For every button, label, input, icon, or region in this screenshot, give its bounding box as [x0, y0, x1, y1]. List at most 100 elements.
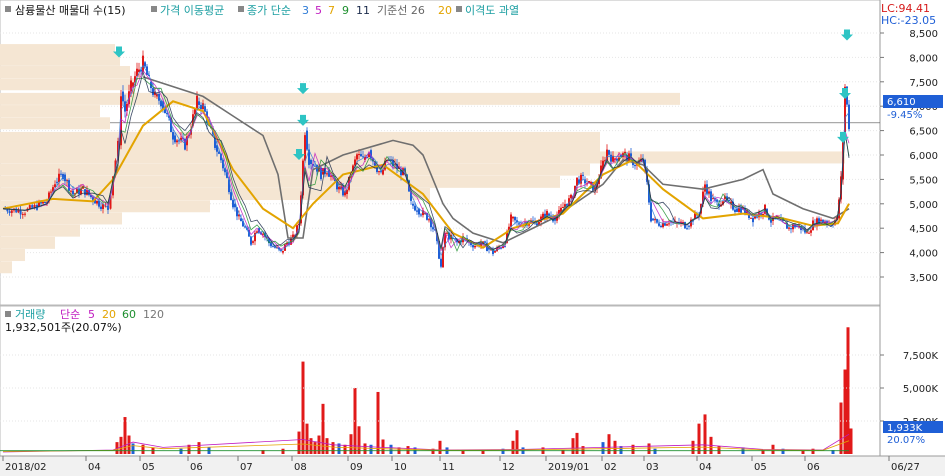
candle-body — [820, 219, 822, 221]
volume-profile-bar — [0, 53, 120, 66]
time-tick-label: 07 — [240, 462, 253, 473]
legend-disparity-value: 20 — [438, 4, 452, 17]
volume-bar — [653, 448, 657, 454]
candle-body — [756, 216, 758, 218]
volume-current: 1,932,501주(20.07%) — [5, 321, 122, 334]
volume-bar — [357, 426, 361, 454]
volume-bar — [331, 442, 335, 454]
time-tick-label: 05 — [754, 462, 767, 473]
time-tick-label: 2018/02 — [5, 462, 47, 473]
volume-bar — [849, 428, 853, 454]
price-tick-label: 6,000 — [909, 151, 938, 162]
legend-toggle-icon[interactable] — [5, 6, 11, 12]
volume-bar — [301, 361, 305, 454]
candle-body — [144, 62, 146, 67]
volume-bar — [281, 448, 285, 454]
volume-profile-bar — [0, 66, 130, 79]
volume-ma-5: 5 — [88, 308, 95, 321]
candle-body — [306, 130, 308, 150]
time-tick-label: 04 — [88, 462, 101, 473]
candle-body — [21, 214, 24, 216]
volume-bar — [406, 446, 410, 454]
candle-body — [56, 181, 58, 183]
price-tick-label: 4,500 — [909, 224, 938, 235]
candle-body — [326, 173, 328, 175]
candle-body — [848, 104, 850, 130]
candle-body — [514, 216, 516, 221]
candle-body — [232, 200, 234, 208]
candle-body — [142, 55, 144, 72]
volume-ma-20: 20 — [102, 308, 116, 321]
candle-body — [494, 251, 496, 253]
candle-body — [562, 206, 564, 208]
price-tick-label: 7,500 — [909, 78, 938, 89]
candle-body — [31, 205, 34, 208]
volume-bar — [313, 442, 317, 454]
volume-profile-bar — [0, 163, 590, 176]
candle-body — [484, 241, 486, 243]
volume-tick-label: 7,500K — [903, 351, 939, 362]
candle-body — [634, 165, 636, 167]
disparity-toggle-icon[interactable] — [456, 6, 462, 12]
candle-body — [96, 200, 98, 204]
candle-body — [310, 159, 312, 165]
volume-bar — [843, 369, 847, 454]
volume-bar — [717, 446, 721, 454]
legend-price-ma: 가격 이동평균 — [160, 4, 224, 17]
candle-body — [686, 228, 688, 230]
candle-body — [582, 174, 584, 176]
volume-bar — [317, 435, 321, 454]
time-tick-label: 06 — [190, 462, 203, 473]
candle-body — [282, 250, 284, 253]
candle-body — [70, 190, 72, 192]
volume-ma-60: 60 — [122, 308, 136, 321]
volume-profile-bar — [0, 261, 12, 274]
volume-profile-bar — [0, 188, 430, 201]
time-tick-label: 04 — [699, 462, 712, 473]
legend-close-simple: 종가 단순 — [247, 4, 291, 17]
legend-disparity: 이격도 과열 — [465, 4, 519, 17]
ma-toggle-icon[interactable] — [151, 6, 157, 12]
candle-body — [810, 230, 812, 233]
candle-body — [304, 135, 306, 161]
legend-ma-5: 5 — [315, 4, 322, 17]
volume-bar — [581, 446, 585, 454]
candle-body — [652, 218, 654, 221]
candle-body — [358, 154, 360, 156]
candle-body — [72, 190, 74, 195]
volume-bar — [197, 442, 201, 454]
volume-profile-bar — [0, 78, 135, 91]
candle-body — [440, 258, 442, 267]
time-tick-label: 03 — [646, 462, 659, 473]
candle-body — [60, 173, 62, 175]
volume-bar — [697, 423, 701, 454]
candle-body — [378, 171, 380, 173]
volume-bar — [601, 442, 605, 454]
price-tick-label: 5,500 — [909, 175, 938, 186]
price-tick-label: 4,000 — [909, 249, 938, 260]
candle-body — [24, 213, 26, 215]
candle-body — [734, 209, 736, 212]
candle-body — [684, 222, 686, 229]
candle-body — [788, 227, 790, 229]
volume-percent-label: 20.07% — [887, 435, 925, 446]
volume-toggle-icon[interactable] — [5, 311, 11, 317]
volume-bar — [571, 438, 575, 454]
volume-bar — [839, 402, 843, 454]
candle-body — [688, 225, 690, 227]
candle-body — [198, 101, 200, 105]
hc-label: HC:-23.05 — [881, 14, 936, 27]
candle-body — [662, 223, 664, 228]
close-ma-toggle-icon[interactable] — [238, 6, 244, 12]
candle-body — [314, 165, 316, 167]
volume-bar — [389, 444, 393, 454]
candle-body — [196, 95, 198, 109]
candle-body — [570, 194, 572, 199]
volume-bar — [353, 388, 357, 454]
candle-body — [808, 232, 810, 234]
legend-ma-3: 3 — [302, 4, 309, 17]
time-tick-label: 12 — [502, 462, 515, 473]
chart-canvas[interactable]: 8,5008,0007,5007,0006,5006,0005,5005,000… — [0, 0, 945, 476]
candle-body — [172, 132, 174, 140]
volume-pane[interactable] — [0, 305, 881, 457]
